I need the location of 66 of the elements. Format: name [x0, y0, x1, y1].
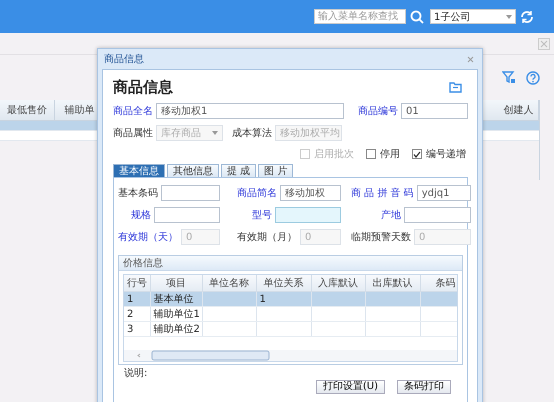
heading: 商品信息: [113, 78, 173, 96]
input-field[interactable]: ydjq1: [416, 185, 471, 201]
table-cell: 基本单位: [154, 294, 194, 305]
input-field[interactable]: [275, 207, 341, 223]
field-label: 基本条码: [118, 186, 159, 200]
field-label: 成本算法: [232, 126, 273, 140]
search-icon[interactable]: [410, 10, 424, 24]
panel-title: 价格信息: [119, 256, 462, 271]
field-label: 商品简名: [237, 186, 278, 200]
table-row[interactable]: 3 辅助单位2: [124, 322, 457, 336]
input-field[interactable]: 01: [401, 103, 468, 119]
field-label: 商品全名: [113, 104, 154, 118]
column-header: 单位名称: [202, 275, 256, 292]
table-cell: 1: [260, 294, 266, 304]
table-cell: 2: [127, 308, 134, 320]
folder-icon[interactable]: [449, 82, 462, 92]
scrollbar[interactable]: [124, 350, 457, 361]
checkbox[interactable]: [412, 149, 422, 159]
caret-icon: [506, 14, 512, 18]
note-label: 说明:: [123, 367, 148, 380]
search-field[interactable]: 输入菜单名称查找: [314, 9, 406, 24]
column-header: 项目: [150, 275, 202, 292]
checkmark-icon: [413, 150, 421, 158]
table-cell: 辅助单位2: [154, 324, 200, 335]
field-label: 商 品 拼 音 码: [351, 186, 415, 200]
help-icon[interactable]: [526, 70, 540, 84]
field-label: 有效期（月）: [237, 230, 298, 244]
field-label: 商品编号: [358, 104, 399, 118]
dialog-title: 商品信息: [104, 52, 144, 66]
checkbox-option[interactable]: 编号递增: [412, 147, 466, 161]
field-label: 临期预警天数: [351, 230, 412, 244]
field-label: 规格: [130, 208, 152, 222]
tab[interactable]: 提 成: [221, 164, 256, 177]
field-label: 产地: [380, 208, 402, 222]
checkbox[interactable]: [366, 149, 376, 159]
table-cell: 辅助单位1: [154, 309, 200, 320]
input-field[interactable]: [161, 185, 220, 201]
input-field[interactable]: 移动加权1: [156, 103, 344, 119]
column-header: 行号: [124, 275, 150, 292]
table-row[interactable]: 2 辅助单位1: [124, 306, 457, 322]
tab[interactable]: 基本信息: [113, 164, 165, 177]
input-field[interactable]: [404, 207, 471, 223]
column-header: 创建人: [499, 100, 539, 120]
refresh-icon[interactable]: [520, 10, 534, 24]
close-icon[interactable]: [467, 56, 474, 62]
column-header: 单位关系: [256, 275, 311, 292]
close-icon[interactable]: [538, 38, 550, 50]
column-header: 出库默认: [365, 275, 420, 292]
company-dropdown[interactable]: 1子公司: [430, 9, 516, 24]
table-cell: 3: [127, 324, 134, 334]
input-field[interactable]: 移动加权: [280, 185, 341, 201]
table-row[interactable]: 1 基本单位 1: [124, 292, 457, 306]
column-header: 条码: [420, 275, 457, 292]
tab[interactable]: 图 片: [258, 164, 294, 177]
tab[interactable]: 其他信息: [167, 164, 219, 177]
column-header: 最低售价: [0, 100, 55, 120]
action-button[interactable]: 条码打印: [397, 380, 451, 394]
checkbox-option[interactable]: 停用: [366, 147, 400, 161]
action-button[interactable]: 打印设置(U): [316, 380, 385, 394]
filter-icon[interactable]: [502, 71, 516, 84]
input-field[interactable]: [154, 207, 220, 223]
table-cell: 1: [127, 294, 134, 304]
field-label: 型号: [251, 208, 273, 222]
column-header: 入库默认: [311, 275, 365, 292]
field-label: 商品属性: [113, 126, 154, 140]
field-label: 有效期（天）: [118, 230, 179, 244]
